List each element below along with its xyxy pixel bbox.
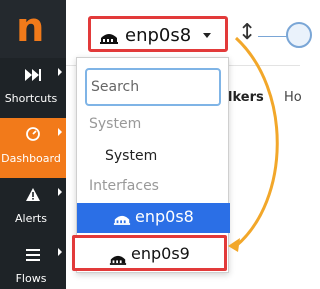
option-system[interactable]: System (77, 142, 230, 172)
option-label: System (105, 148, 158, 164)
option-label: enp0s8 (135, 207, 194, 226)
warning-icon (0, 186, 66, 206)
list-icon (0, 246, 66, 266)
network-card-icon (99, 29, 119, 48)
sidebar-item-label: Dashboard (1, 152, 61, 165)
tab-hosts[interactable]: Ho (284, 90, 302, 105)
logo-text: n (16, 5, 45, 51)
network-node-icon (286, 22, 312, 48)
sidebar-item-flows[interactable]: Flows (0, 238, 66, 289)
group-label-system: System (89, 116, 142, 132)
sidebar-item-shortcuts[interactable]: Shortcuts (0, 58, 66, 118)
up-down-arrows-icon[interactable]: ↕ (238, 20, 256, 45)
chevron-down-icon (203, 33, 211, 38)
search-input[interactable] (91, 74, 215, 100)
app-logo[interactable]: n (0, 0, 66, 58)
sidebar-item-dashboard[interactable]: Dashboard (0, 118, 66, 178)
chevron-right-icon (58, 248, 62, 256)
option-enp0s8[interactable]: enp0s8 (77, 203, 230, 233)
interface-selector[interactable]: enp0s8 (88, 16, 228, 52)
network-card-icon (113, 213, 131, 229)
fast-forward-icon (0, 66, 66, 86)
group-label-interfaces: Interfaces (89, 178, 159, 194)
sidebar: n Shortcuts Dashboard Alerts Flows (0, 0, 66, 289)
option-enp0s9[interactable]: enp0s9 (72, 235, 227, 271)
sidebar-item-label: Flows (15, 272, 47, 285)
gauge-icon (0, 126, 66, 146)
tab-talkers[interactable]: lkers (228, 90, 264, 105)
chevron-right-icon (58, 68, 62, 76)
sidebar-item-alerts[interactable]: Alerts (0, 178, 66, 238)
chevron-right-icon (58, 188, 62, 196)
search-box[interactable] (85, 68, 221, 106)
interface-selector-value: enp0s8 (125, 25, 192, 46)
sidebar-item-label: Shortcuts (4, 92, 58, 105)
sidebar-item-label: Alerts (15, 212, 47, 225)
option-label: enp0s9 (131, 244, 190, 263)
chevron-right-icon (58, 128, 62, 136)
network-card-icon (109, 250, 127, 269)
